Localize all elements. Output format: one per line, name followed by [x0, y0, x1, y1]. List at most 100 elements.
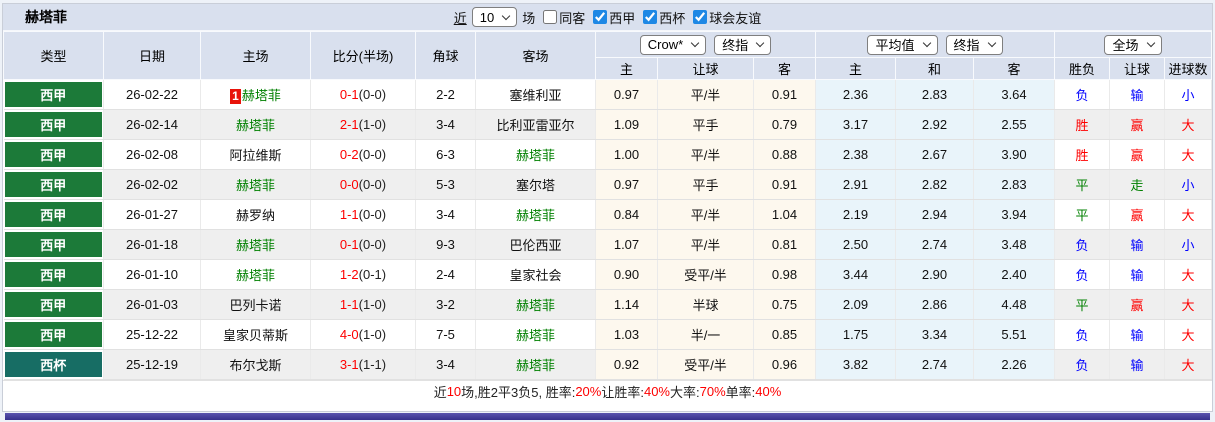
average-select[interactable]: 平均值: [867, 34, 938, 55]
odds-away: 1.04: [753, 199, 816, 230]
result-winloss: 负: [1054, 259, 1110, 290]
avg-away: 5.51: [973, 319, 1055, 350]
result-handicap: 赢: [1109, 139, 1165, 170]
chevron-down-icon: [690, 38, 700, 48]
summary-segment: 70%: [699, 383, 726, 399]
outcome-text: 平: [1075, 178, 1089, 193]
match-row: 西甲 26-01-18 赫塔菲 0-1(0-0) 9-3 巴伦西亚 1.07 平/半 0.81 2…: [3, 229, 1212, 260]
avg-home: 2.19: [815, 199, 896, 230]
summary-segment: 40%: [643, 383, 670, 399]
average-stage-select[interactable]: 终指: [945, 34, 1003, 55]
outcome-text: 平: [1075, 298, 1089, 313]
avg-draw: 2.92: [895, 109, 974, 140]
corners-cell: 3-2: [415, 289, 476, 320]
result-winloss: 负: [1054, 349, 1110, 380]
subcol-avg-home: 主: [815, 57, 896, 80]
score-cell: 2-1(1-0): [310, 109, 416, 140]
odds-handicap: 平/半: [657, 139, 754, 170]
score-cell: 1-1(1-0): [310, 289, 416, 320]
average-select-value: 平均值: [875, 38, 915, 53]
half-time-score: (0-1): [358, 267, 387, 282]
corners-cell: 9-3: [415, 229, 476, 260]
col-home: 主场: [200, 31, 311, 80]
league-badge: 西甲: [4, 262, 102, 287]
result-goals: 小: [1164, 169, 1212, 200]
copa-checkbox[interactable]: [643, 10, 658, 24]
odds-handicap: 平手: [657, 169, 754, 200]
home-team-cell: 阿拉维斯: [200, 139, 311, 170]
odds-home: 1.09: [595, 109, 658, 140]
outcome-text: 平: [1075, 208, 1089, 223]
avg-away: 3.48: [973, 229, 1055, 260]
home-team-cell: 赫塔菲: [200, 109, 311, 140]
laliga-checkbox[interactable]: [593, 10, 608, 24]
outcome-text: 输: [1130, 88, 1144, 103]
col-away: 客场: [475, 31, 596, 80]
home-team-name: 赫罗纳: [235, 208, 275, 223]
home-team-cell: 巴列卡诺: [200, 289, 311, 320]
summary-segment: 让胜率:: [601, 384, 644, 400]
away-team-name: 塞尔塔: [515, 178, 555, 193]
avg-home: 2.36: [815, 79, 896, 110]
chevron-down-icon: [755, 38, 765, 48]
match-type-cell: 西甲: [3, 199, 104, 230]
recent-link[interactable]: 近: [454, 8, 467, 27]
result-winloss: 胜: [1054, 109, 1110, 140]
match-row: 西甲 26-02-02 赫塔菲 0-0(0-0) 5-3 塞尔塔 0.97 平手 0.91 2.9…: [3, 169, 1212, 200]
outcome-text: 走: [1130, 178, 1144, 193]
half-time-score: (1-1): [358, 357, 387, 372]
away-team-cell: 比利亚雷亚尔: [475, 109, 596, 140]
match-type-cell: 西甲: [3, 289, 104, 320]
bookmaker-stage-select[interactable]: 终指: [714, 34, 772, 55]
match-date: 25-12-22: [103, 319, 201, 350]
outcome-text: 输: [1130, 268, 1144, 283]
outcome-text: 输: [1130, 328, 1144, 343]
away-team-cell: 赫塔菲: [475, 199, 596, 230]
corners-cell: 7-5: [415, 319, 476, 350]
result-winloss: 平: [1054, 169, 1110, 200]
result-handicap: 赢: [1109, 289, 1165, 320]
odds-home: 0.92: [595, 349, 658, 380]
scope-select[interactable]: 全场: [1104, 34, 1162, 55]
odds-away: 0.98: [753, 259, 816, 290]
chevron-down-icon: [987, 38, 996, 48]
odds-away: 0.88: [753, 139, 816, 170]
result-goals: 大: [1164, 139, 1212, 170]
friendly-checkbox[interactable]: [693, 10, 708, 24]
summary-line: 近 10 场,胜2平3负5, 胜率: 20% 让胜率: 40% 大率: 70% 单率: 40…: [3, 380, 1212, 401]
odds-away: 0.85: [753, 319, 816, 350]
odds-handicap: 平/半: [657, 199, 754, 230]
outcome-text: 负: [1075, 88, 1089, 103]
full-time-score: 1-1: [339, 207, 359, 222]
home-team-cell: 赫塔菲: [200, 229, 311, 260]
odds-away: 0.75: [753, 289, 816, 320]
home-team-name: 赫塔菲: [241, 88, 281, 103]
home-team-cell: 赫塔菲: [200, 259, 311, 290]
average-stage-value: 终指: [953, 38, 980, 53]
odds-handicap: 平手: [657, 109, 754, 140]
result-winloss: 负: [1054, 319, 1110, 350]
recent-count-select[interactable]: 10: [471, 7, 518, 27]
col-date: 日期: [103, 31, 201, 80]
match-date: 26-01-03: [103, 289, 201, 320]
full-time-score: 0-1: [339, 87, 359, 102]
outcome-text: 大: [1181, 358, 1195, 373]
league-badge: 西甲: [4, 82, 102, 107]
avg-home: 2.91: [815, 169, 896, 200]
bookmaker-odds-header: Crow* 终指: [595, 31, 816, 58]
odds-home: 0.90: [595, 259, 658, 290]
page: 赫塔菲 近 10 场 同客 西甲 西杯 球会友谊 类型 日期 主场 比分(半场)…: [0, 0, 1215, 422]
match-type-cell: 西甲: [3, 319, 104, 350]
match-date: 26-01-27: [103, 199, 201, 230]
odds-away: 0.91: [753, 79, 816, 110]
same-away-checkbox[interactable]: [543, 10, 558, 24]
match-row: 西甲 26-02-22 1 赫塔菲 0-1(0-0) 2-2 塞维利亚 0.97 平/半 0.91…: [3, 79, 1212, 110]
score-cell: 0-1(0-0): [310, 79, 416, 110]
result-winloss: 胜: [1054, 139, 1110, 170]
odds-away: 0.81: [753, 229, 816, 260]
half-time-score: (0-0): [358, 237, 387, 252]
bookmaker-select[interactable]: Crow*: [639, 34, 707, 55]
full-time-score: 2-1: [339, 117, 359, 132]
result-goals: 大: [1164, 199, 1212, 230]
match-date: 26-01-18: [103, 229, 201, 260]
